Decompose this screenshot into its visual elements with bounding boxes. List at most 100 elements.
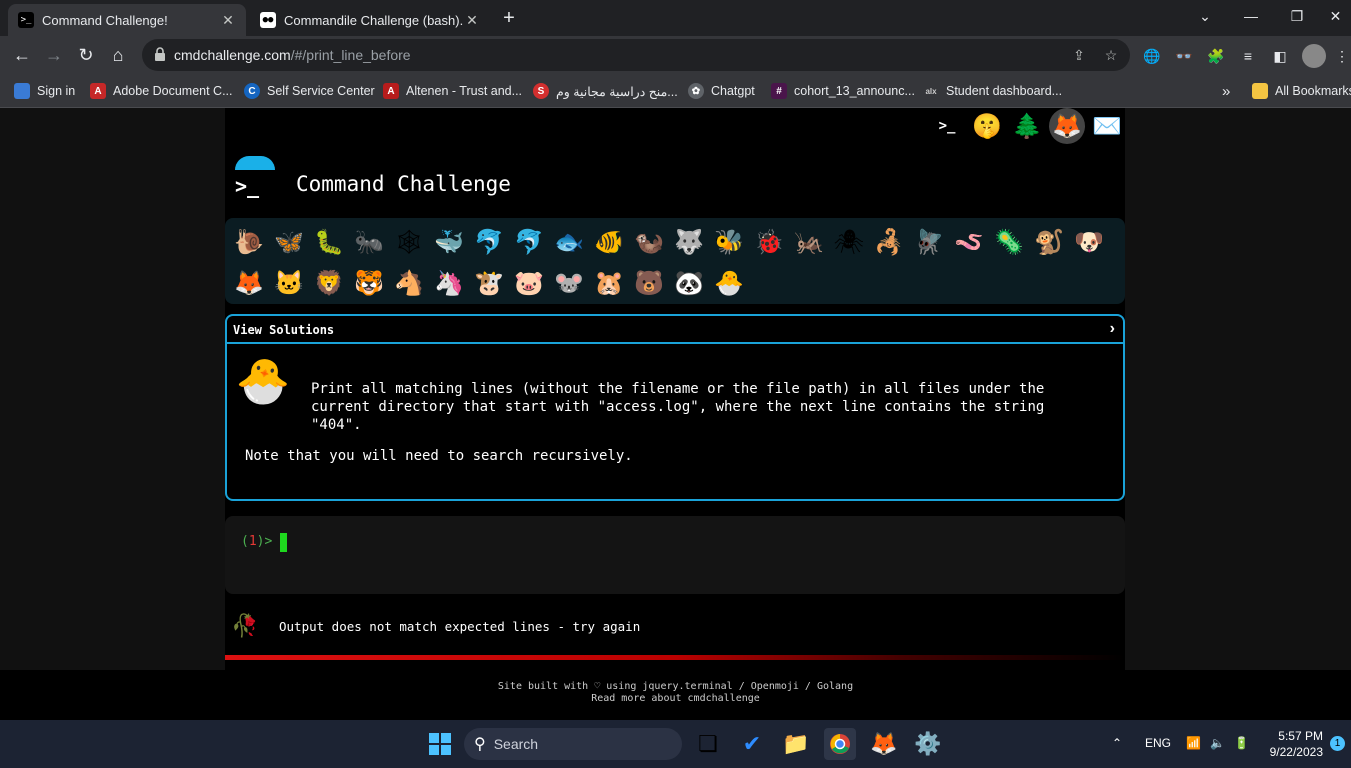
task-view-icon[interactable]: ❏ [692,728,724,760]
row1-challenge-11[interactable]: 🦦 [629,223,669,263]
row1-challenge-13[interactable]: 🐝 [709,223,749,263]
settings-gear-icon[interactable]: ⚙️ [912,728,944,760]
bookmark-student-dashboard[interactable]: alx Student dashboard... [923,82,1062,100]
bookmarks-overflow-button[interactable]: » [1222,82,1230,100]
row1-challenge-12[interactable]: 🐺 [669,223,709,263]
bookmark-altenen[interactable]: A Altenen - Trust and... [383,82,522,100]
share-icon[interactable]: ⇪ [1070,46,1088,64]
row2-challenge-5[interactable]: 🐴 [389,264,429,304]
restore-button[interactable]: ❐ [1274,4,1320,28]
row1-challenge-10[interactable]: 🐠 [589,223,629,263]
forward-button[interactable]: → [40,41,68,69]
tab-command-challenge[interactable]: >_ Command Challenge! ✕ [8,4,246,36]
battery-icon[interactable]: 🔋 [1234,736,1249,750]
row1-challenge-19[interactable]: 🪱 [949,223,989,263]
row2-challenge-1[interactable]: 🦊 [229,264,269,304]
terminal-input[interactable]: (1)> [225,516,1125,594]
bookmark-label: All Bookmarks [1275,84,1351,98]
row1-challenge-15[interactable]: 🦗 [789,223,829,263]
bookmark-self-service[interactable]: C Self Service Center [244,82,375,100]
view-solutions-toggle[interactable]: View Solutions › [227,316,1123,344]
close-window-button[interactable]: ✕ [1320,4,1351,28]
menu-kebab-icon[interactable]: ⋮ [1332,46,1351,66]
new-tab-button[interactable]: + [497,6,521,30]
home-button[interactable]: ⌂ [104,41,132,69]
media-control-icon[interactable]: ≡ [1238,46,1258,66]
volume-icon[interactable]: 🔈 [1210,736,1225,750]
row1-challenge-22[interactable]: 🐶 [1069,223,1109,263]
row1-challenge-9[interactable]: 🐟 [549,223,589,263]
windows-start-icon[interactable] [424,728,456,760]
row1-challenge-20[interactable]: 🦠 [989,223,1029,263]
row1-challenge-18[interactable]: 🪰 [909,223,949,263]
row1-challenge-3[interactable]: 🐛 [309,223,349,263]
row1-challenge-8[interactable]: 🐬 [509,223,549,263]
profile-avatar[interactable] [1302,44,1326,68]
row1-challenge-4[interactable]: 🐜 [349,223,389,263]
close-tab-icon[interactable]: ✕ [220,12,236,28]
footer-credits[interactable]: Site built with ♡ using jquery.terminal … [0,681,1351,693]
site-logo[interactable]: >_ [233,156,277,200]
file-explorer-icon[interactable]: 📁 [780,728,812,760]
gitlab-icon[interactable]: 🦊 [1049,108,1085,144]
extension-glasses-icon[interactable]: 👓 [1174,46,1194,66]
row1-challenge-7[interactable]: 🐬 [469,223,509,263]
row2-challenge-8[interactable]: 🐷 [509,264,549,304]
bookmark-star-icon[interactable]: ☆ [1102,46,1120,64]
language-indicator[interactable]: ENG [1145,736,1171,750]
row2-challenge-3[interactable]: 🦁 [309,264,349,304]
row1-challenge-21[interactable]: 🐒 [1029,223,1069,263]
row2-challenge-11[interactable]: 🐻 [629,264,669,304]
clock[interactable]: 5:57 PM 9/22/2023 [1270,728,1323,760]
row1-challenge-1[interactable]: 🐌 [229,223,269,263]
row1-challenge-17[interactable]: 🦂 [869,223,909,263]
bookmark-sign-in[interactable]: Sign in [14,82,75,100]
extension-globe-icon[interactable]: 🌐 [1142,46,1162,66]
folder-icon [1252,83,1268,99]
windows-taskbar: ⚲ Search ❏ ✔ 📁 🦊 ⚙️ ⌃ ENG 📶 🔈 🔋 5:57 PM … [0,720,1351,768]
tab-search-chevron-icon[interactable]: ⌄ [1182,4,1228,28]
close-tab-icon[interactable]: ✕ [464,12,480,28]
row1-challenge-5[interactable]: 🕸 [389,223,429,263]
row1-challenge-6[interactable]: 🐳 [429,223,469,263]
envelope-icon[interactable]: ✉️ [1089,108,1125,144]
terminal-icon[interactable]: >_ [929,108,965,144]
reload-button[interactable]: ↻ [72,41,100,69]
row2-challenge-12[interactable]: 🐼 [669,264,709,304]
lock-icon[interactable] [154,47,166,61]
row2-challenge-9[interactable]: 🐭 [549,264,589,304]
side-panel-icon[interactable]: ◧ [1270,46,1290,66]
bookmark-chatgpt[interactable]: ✿ Chatgpt [688,82,755,100]
row1-challenge-14[interactable]: 🐞 [749,223,789,263]
back-button[interactable]: ← [8,41,36,69]
notification-badge[interactable]: 1 [1330,736,1345,751]
tree-icon[interactable]: 🌲 [1009,108,1045,144]
row2-challenge-10[interactable]: 🐹 [589,264,629,304]
tray-overflow-icon[interactable]: ⌃ [1112,736,1122,750]
firefox-icon[interactable]: 🦊 [868,728,900,760]
address-bar[interactable]: cmdchallenge.com/#/print_line_before ⇪ ☆ [142,39,1130,71]
row2-challenge-4[interactable]: 🐯 [349,264,389,304]
tab-commandile-challenge[interactable]: ●● Commandile Challenge (bash). T ✕ [250,4,490,36]
view-solutions-label: View Solutions [233,323,335,337]
footer-about-link[interactable]: Read more about cmdchallenge [0,693,1351,705]
chrome-icon[interactable] [824,728,856,760]
row1-challenge-2[interactable]: 🦋 [269,223,309,263]
shushing-face-icon[interactable]: 🤫 [969,108,1005,144]
wifi-icon[interactable]: 📶 [1186,736,1201,750]
bookmark-cohort[interactable]: # cohort_13_announc... [771,82,915,100]
all-bookmarks-button[interactable]: All Bookmarks [1252,82,1351,100]
taskbar-search[interactable]: ⚲ Search [464,728,682,760]
row2-challenge-7[interactable]: 🐮 [469,264,509,304]
row1-challenge-16[interactable]: 🕷 [829,223,869,263]
todo-icon[interactable]: ✔ [736,728,768,760]
minimize-button[interactable]: — [1228,4,1274,28]
row2-challenge-6[interactable]: 🦄 [429,264,469,304]
bookmark-adobe[interactable]: A Adobe Document C... [90,82,233,100]
extensions-puzzle-icon[interactable]: 🧩 [1206,46,1226,66]
tab-strip: >_ Command Challenge! ✕ ●● Commandile Ch… [0,0,1351,36]
row2-challenge-2[interactable]: 🐱 [269,264,309,304]
bookmark-scholarships[interactable]: S منح دراسية مجانية وم... [533,82,678,100]
row2-challenge-13[interactable]: 🐣 [709,264,749,304]
hatching-chick-icon: 🐣 [235,357,291,406]
